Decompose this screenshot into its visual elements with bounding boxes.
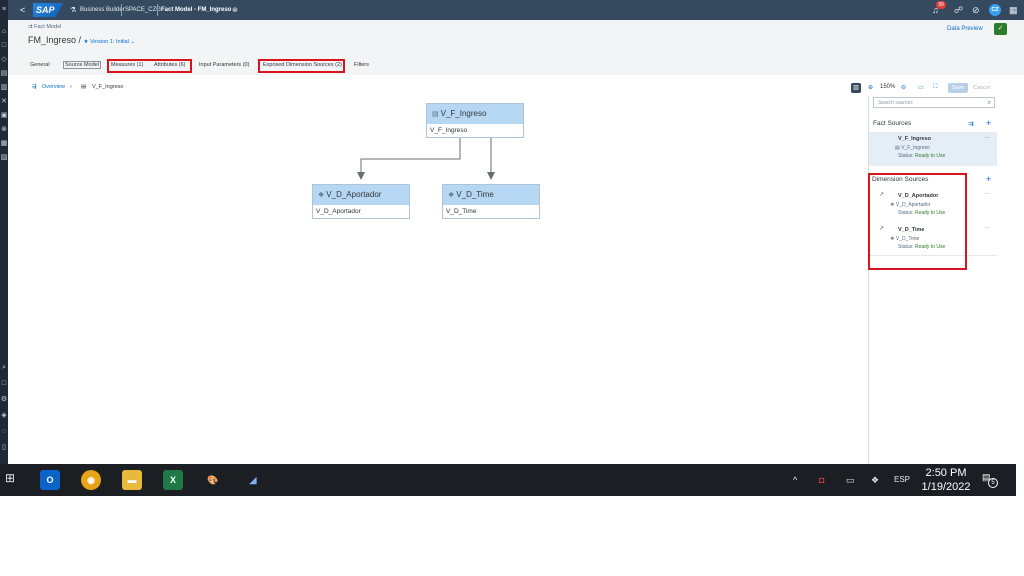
fact-source-item[interactable]: V_F_Ingreso ··· ▤ V_F_Ingreso Status: Re… <box>869 132 997 166</box>
more-options-icon[interactable]: ··· <box>984 225 990 231</box>
user-avatar[interactable]: CZ <box>989 4 1001 16</box>
mcafee-tray-icon[interactable]: ◘ <box>819 474 824 486</box>
dimension-cube-icon: ❖ <box>318 192 325 199</box>
add-fact-source-button[interactable]: + <box>986 119 991 128</box>
system-clock[interactable]: 2:50 PM 1/19/2022 <box>920 466 972 494</box>
screen: ≡ ⌂ □ ◇ ▤ ▥ ✕ ▣ ⊗ ▦ ▨ ⌕ □ ⚙ ◈ ◌ ▯ < SAP … <box>0 0 1024 496</box>
search-icon[interactable]: ⌕ <box>988 98 991 108</box>
network-tray-icon[interactable]: ▭ <box>846 474 855 486</box>
more-options-icon[interactable]: ··· <box>984 191 990 197</box>
fullscreen-icon[interactable]: ⛶ <box>933 84 937 91</box>
outlook-taskbar-icon[interactable]: O <box>40 470 60 490</box>
chrome-taskbar-icon[interactable]: ◉ <box>81 470 101 490</box>
add-dimension-source-button[interactable]: + <box>986 175 991 184</box>
annotation-highlight-dimension-sources <box>868 173 967 270</box>
paint-taskbar-icon[interactable]: 🎨 <box>203 470 223 490</box>
language-indicator[interactable]: ESP <box>894 474 910 486</box>
notification-center-icon[interactable]: ▤ 5 <box>982 472 998 488</box>
excel-taskbar-icon[interactable]: X <box>163 470 183 490</box>
node-title: V_D_Time <box>456 190 494 199</box>
cancel-button[interactable]: Cancel <box>973 85 990 91</box>
node-body: V_D_Time <box>446 208 477 215</box>
dimension-source-node[interactable]: ❖ V_D_Time V_D_Time <box>442 184 540 219</box>
more-options-icon[interactable]: ··· <box>984 135 990 141</box>
tray-chevron-up-icon[interactable]: ^ <box>793 474 797 486</box>
node-title: V_D_Aportador <box>326 190 382 199</box>
fit-screen-icon[interactable]: ▭ <box>918 84 924 91</box>
table-view-icon: ▤ <box>432 111 439 118</box>
node-title: V_F_Ingreso <box>440 109 487 118</box>
dimension-source-node[interactable]: ❖ V_D_Aportador V_D_Aportador <box>312 184 410 219</box>
save-button[interactable]: Save <box>948 83 968 93</box>
deploy-check-button[interactable]: ✓ <box>994 23 1007 35</box>
file-explorer-taskbar-icon[interactable]: ▬ <box>122 470 142 490</box>
blank-area <box>0 496 1024 576</box>
association-icon[interactable]: ⇉ <box>968 120 974 129</box>
windows-start-icon[interactable]: ⊞ <box>5 472 15 484</box>
dimension-cube-icon: ❖ <box>448 192 455 199</box>
feedback-icon[interactable]: ☍ <box>954 5 963 15</box>
notifications-badge: 99 <box>936 1 946 9</box>
zoom-level: 150% <box>880 84 896 90</box>
grid-menu-icon[interactable]: ▦ <box>1009 5 1018 15</box>
fact-source-node[interactable]: ▤ V_F_Ingreso V_F_Ingreso <box>426 103 524 138</box>
node-body: V_D_Aportador <box>316 208 361 215</box>
windows-taskbar: ⊞ O ◉ ▬ X 🎨 ◢ ^ ◘ ▭ ❖ ESP 2:50 PM 1/19/2… <box>0 464 1016 496</box>
dropbox-tray-icon[interactable]: ❖ <box>871 474 879 486</box>
help-icon[interactable]: ⊘ <box>972 5 980 15</box>
zoom-out-icon[interactable]: ⊖ <box>901 84 906 91</box>
search-sources-input[interactable]: Search sources ⌕ <box>873 97 995 108</box>
node-body: V_F_Ingreso <box>430 127 468 134</box>
sources-panel: Search sources ⌕ Fact Sources ⇉ + V_F_In… <box>868 96 998 464</box>
zoom-in-icon[interactable]: ⊕ <box>868 84 873 91</box>
status-badge: Ready to Use <box>914 153 946 159</box>
fact-sources-title: Fact Sources <box>873 120 912 127</box>
notes-taskbar-icon[interactable]: ◢ <box>243 470 263 490</box>
data-preview-link[interactable]: Data Preview <box>947 26 983 32</box>
association-connectors <box>357 138 495 180</box>
